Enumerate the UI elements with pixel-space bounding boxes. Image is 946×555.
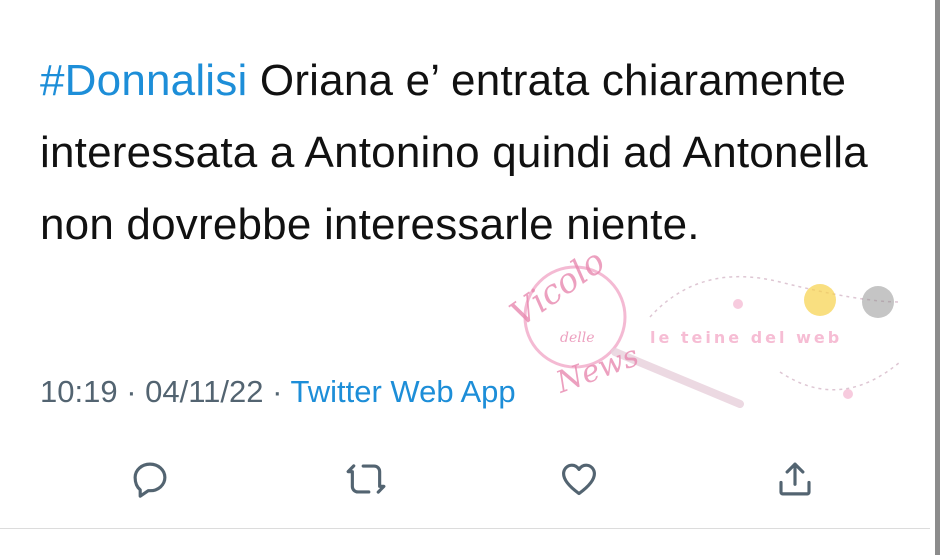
reply-button[interactable] bbox=[126, 455, 174, 503]
divider bbox=[0, 528, 930, 529]
watermark-badge: le teine del web bbox=[650, 328, 843, 347]
watermark-script-2: delle bbox=[560, 330, 595, 346]
meta-separator: · bbox=[263, 374, 291, 409]
hashtag-link[interactable]: #Donnalisi bbox=[40, 56, 247, 105]
retweet-button[interactable] bbox=[342, 455, 390, 503]
tweet-meta: 10:19 · 04/11/22 · Twitter Web App bbox=[40, 374, 516, 410]
reply-icon bbox=[133, 462, 167, 498]
like-button[interactable] bbox=[555, 455, 603, 503]
share-icon bbox=[779, 462, 811, 496]
tweet-time[interactable]: 10:19 bbox=[40, 374, 118, 409]
retweet-icon bbox=[346, 464, 386, 494]
share-button[interactable] bbox=[771, 455, 819, 503]
tweet-date[interactable]: 04/11/22 bbox=[145, 374, 263, 409]
tweet-screenshot: #Donnalisi Oriana e’ entrata chiaramente… bbox=[0, 0, 946, 555]
meta-separator: · bbox=[117, 374, 146, 409]
heart-icon bbox=[562, 463, 596, 496]
tweet-actions bbox=[0, 455, 940, 505]
watermark-script-3: News bbox=[551, 338, 644, 401]
tweet-source-link[interactable]: Twitter Web App bbox=[291, 374, 516, 409]
tweet-text: #Donnalisi Oriana e’ entrata chiaramente… bbox=[40, 45, 900, 261]
